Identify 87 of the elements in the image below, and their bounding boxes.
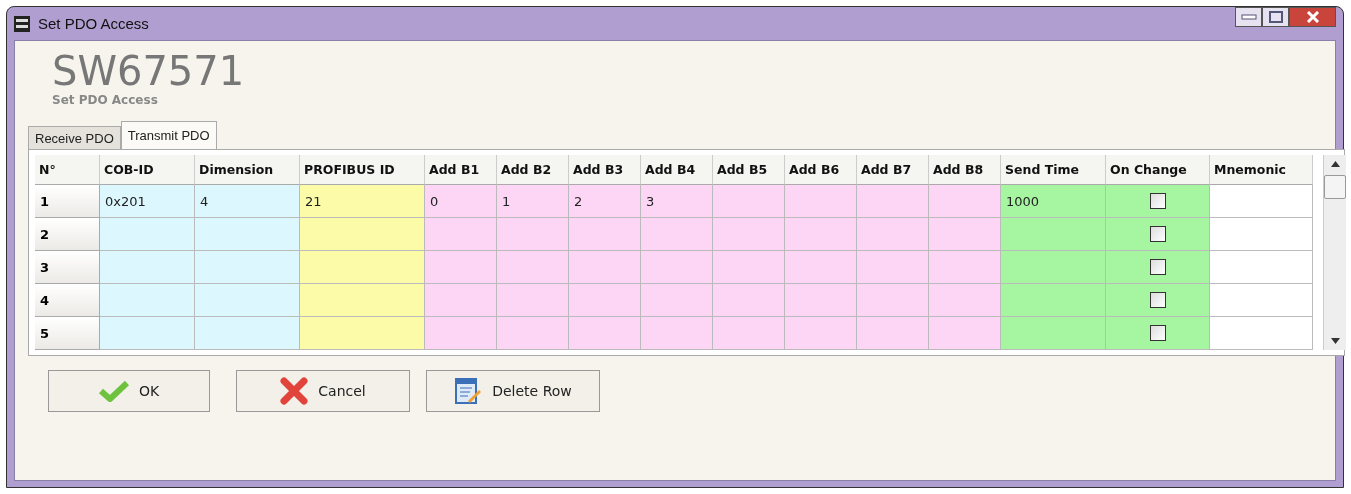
table-cell: [785, 218, 857, 251]
table-cell: [569, 251, 641, 284]
window-title: Set PDO Access: [38, 15, 149, 32]
checkbox[interactable]: [1149, 259, 1166, 275]
table-cell: [497, 251, 569, 284]
table-cell: [641, 284, 713, 317]
table-cell: [929, 317, 1001, 350]
column-header: On Change: [1106, 155, 1210, 185]
table-cell: [569, 218, 641, 251]
column-header: Add B7: [857, 155, 929, 185]
table-cell: [497, 317, 569, 350]
table-cell: [425, 317, 497, 350]
row-number: 5: [35, 317, 100, 350]
scroll-down-icon: [1330, 338, 1340, 344]
column-header: Add B3: [569, 155, 641, 185]
row-number: 2: [35, 218, 100, 251]
column-header: Add B8: [929, 155, 1001, 185]
column-header: Send Time: [1001, 155, 1106, 185]
row-number: 1: [35, 185, 100, 218]
document-pencil-icon: [454, 377, 483, 405]
table-cell: [641, 251, 713, 284]
column-header: Mnemonic: [1210, 155, 1313, 185]
table-cell: 1000: [1001, 185, 1106, 218]
page-subtitle: Set PDO Access: [52, 93, 159, 107]
checkbox[interactable]: [1149, 226, 1166, 242]
table-cell: [497, 284, 569, 317]
column-header: COB-ID: [100, 155, 195, 185]
table-cell: [929, 284, 1001, 317]
column-header: PROFIBUS ID: [300, 155, 425, 185]
table-cell: [425, 284, 497, 317]
app-logo-icon: [14, 15, 30, 32]
dialog-button[interactable]: Cancel: [236, 370, 410, 412]
checkbox[interactable]: [1149, 325, 1166, 341]
table-cell: [641, 317, 713, 350]
table-cell: [713, 251, 785, 284]
scroll-up-icon: [1330, 161, 1340, 167]
table-cell: [929, 218, 1001, 251]
table-cell: 21: [300, 185, 425, 218]
tab[interactable]: Receive PDO: [28, 126, 121, 149]
column-header: Dimension: [195, 155, 300, 185]
table-cell: 0x201: [100, 185, 195, 218]
table-cell: 2: [569, 185, 641, 218]
close-icon: [1305, 11, 1320, 23]
table-cell: [785, 284, 857, 317]
column-header: Add B5: [713, 155, 785, 185]
table-cell: [425, 251, 497, 284]
column-header: Add B2: [497, 155, 569, 185]
table-cell: [785, 251, 857, 284]
column-header: Add B6: [785, 155, 857, 185]
table-cell: 0: [425, 185, 497, 218]
dialog-button[interactable]: OK: [48, 370, 210, 412]
scrollbar[interactable]: [1323, 155, 1346, 350]
table-cell: [497, 218, 569, 251]
table-cell: [857, 218, 929, 251]
table-cell: [785, 317, 857, 350]
scroll-thumb[interactable]: [1324, 175, 1346, 199]
table-cell: [425, 218, 497, 251]
row-number: 4: [35, 284, 100, 317]
checkbox[interactable]: [1149, 193, 1166, 209]
table-cell: [569, 317, 641, 350]
table-cell: [857, 284, 929, 317]
row-number: 3: [35, 251, 100, 284]
close-button[interactable]: [1289, 7, 1336, 27]
table-cell: 4: [195, 185, 300, 218]
column-header: N°: [35, 155, 100, 185]
product-code: SW67571: [52, 49, 246, 93]
table-cell: 1: [497, 185, 569, 218]
column-header: Add B1: [425, 155, 497, 185]
checkbox[interactable]: [1149, 292, 1166, 308]
maximize-button[interactable]: [1262, 7, 1289, 27]
table-cell: [713, 284, 785, 317]
column-header: Add B4: [641, 155, 713, 185]
checkmark-icon: [98, 380, 129, 402]
maximize-icon: [1268, 11, 1283, 23]
table-cell: 3: [641, 185, 713, 218]
table-cell: [713, 218, 785, 251]
minimize-button[interactable]: [1235, 7, 1262, 27]
tab[interactable]: Transmit PDO: [120, 121, 217, 149]
minimize-icon: [1240, 14, 1257, 20]
table-cell: [713, 317, 785, 350]
table-cell: [929, 251, 1001, 284]
table-cell: [857, 251, 929, 284]
dialog-button[interactable]: Delete Row: [426, 370, 600, 412]
table-cell: [641, 218, 713, 251]
table-cell: [857, 317, 929, 350]
table-cell: [569, 284, 641, 317]
cross-icon: [280, 377, 309, 405]
